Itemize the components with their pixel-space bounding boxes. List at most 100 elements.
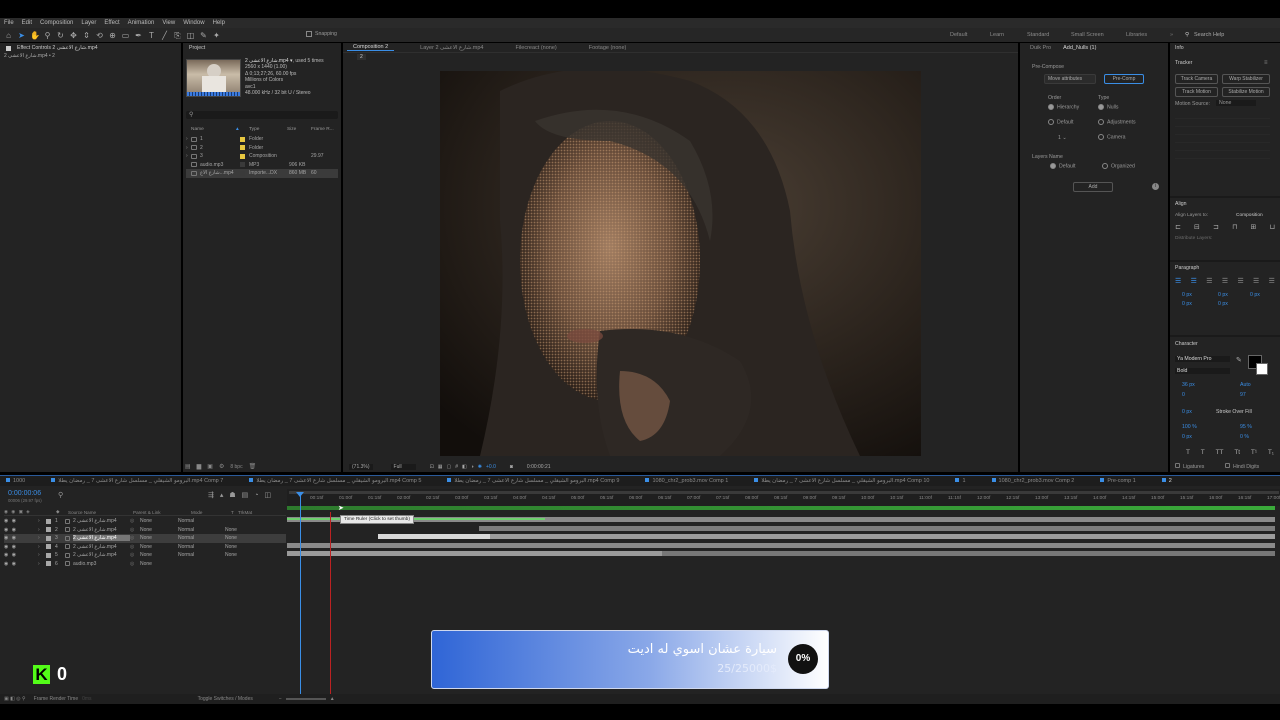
pickwhip-icon[interactable]: ◎ [130,518,140,524]
col-trkmat[interactable]: TrkMat [238,510,252,515]
justify-all-icon[interactable]: ☰ [1269,277,1275,285]
shy-layers-icon[interactable]: ☗ [229,491,235,499]
col-name[interactable]: Name [191,127,235,132]
search-help-icon[interactable]: ⚲ [1185,28,1189,42]
align-target-dropdown[interactable]: Composition [1236,213,1263,218]
character-panel-title[interactable]: Character [1175,341,1198,347]
layer-mode[interactable]: Normal [178,535,218,541]
pen-tool-icon[interactable]: ✒ [134,31,143,40]
stroke-mode-dropdown[interactable]: Stroke Over Fill [1216,409,1252,415]
align-bottom-icon[interactable]: ⊔ [1270,223,1275,231]
snapping-checkbox[interactable] [306,31,312,37]
nulls-radio[interactable]: Nulls [1098,104,1119,110]
layer-name[interactable]: شارع الاعشى 2.mp4 [73,518,130,524]
layer-label-swatch[interactable] [46,527,51,533]
col-parent[interactable]: Parent & Link [133,510,191,515]
warp-stabilizer-button[interactable]: Warp Stabilizer [1222,74,1270,84]
layer-row[interactable]: ◉ ◉ › 5 شارع الاعشى 2.mp4 ◎ None Normal None [4,551,286,560]
col-frame-rate[interactable]: Frame R... [311,127,334,132]
label-swatch[interactable] [240,136,245,142]
label-swatch[interactable] [240,162,245,168]
comp-tab-3[interactable]: البرومو الشيقلي _ مسلسل شارع الاعشى 7 _ … [441,478,625,484]
current-time[interactable]: 0:00:00:06 [8,490,41,497]
graph-editor-icon[interactable]: ◫ [265,491,272,499]
layer-visibility-icons[interactable]: ◉ ◉ [4,518,38,524]
layer-label-swatch[interactable] [46,552,51,558]
comp-breadcrumb[interactable]: 2 [343,53,1018,61]
info-panel-title[interactable]: Info [1170,43,1280,53]
hindi-digits-checkbox[interactable]: Hindi Digits [1225,463,1259,470]
trash-icon[interactable]: 🗑 [249,463,257,470]
layer-label-swatch[interactable] [46,561,51,567]
justify-right-icon[interactable]: ☰ [1206,277,1212,285]
footer-switch-icons[interactable]: ▣ ◧ ◎ ⚲ [4,696,26,702]
viewer-tab-2[interactable]: Filecreact (none) [509,45,562,51]
snapshot-icon[interactable]: ◙ [510,464,513,470]
all-caps-icon[interactable]: TT [1216,449,1224,456]
align-right-icon[interactable]: ⊐ [1213,223,1219,231]
resolution-dropdown[interactable]: Full [390,464,416,470]
layer-parent[interactable]: None [140,544,178,550]
space-after-value[interactable]: 0 px [1218,301,1228,307]
menu-item-composition[interactable]: Composition [40,20,73,26]
layer-visibility-icons[interactable]: ◉ ◉ [4,544,38,550]
info-icon[interactable]: i [1152,183,1159,190]
menu-item-file[interactable]: File [4,20,14,26]
mask-icon[interactable]: ▢ [447,464,452,470]
count-stepper[interactable]: 1 ⌄ [1058,135,1067,141]
align-panel-title[interactable]: Align [1175,201,1187,207]
exposure-value[interactable]: +0.0 [486,464,496,470]
hand-tool-icon[interactable]: ✋ [30,31,40,40]
align-vcenter-icon[interactable]: ⊞ [1251,223,1257,231]
workspace-libraries[interactable]: Libraries [1126,28,1147,42]
layer-name[interactable]: audio.mp3 [73,561,130,567]
layer-bar-3-selected[interactable] [378,534,490,539]
frame-blending-icon[interactable]: ▤ [242,491,249,499]
bpc-label[interactable]: 8 bpc [230,464,242,470]
menu-item-window[interactable]: Window [183,20,204,26]
menu-item-layer[interactable]: Layer [81,20,96,26]
pickwhip-icon[interactable]: ◎ [130,527,140,533]
track-motion-button[interactable]: Track Motion [1175,87,1218,97]
layer-row[interactable]: ◉ ◉ › 2 شارع الاعشى 2.mp4 ◎ None Normal None [4,526,286,535]
layer-visibility-icons[interactable]: ◉ ◉ [4,561,38,567]
grid-icon[interactable]: # [455,464,458,470]
pickwhip-icon[interactable]: ◎ [130,535,140,541]
stroke-color-swatch[interactable] [1256,363,1268,375]
subscript-icon[interactable]: T₁ [1268,449,1274,456]
tracking-value[interactable]: 97 [1240,392,1246,398]
font-style-dropdown[interactable]: Bold [1175,368,1230,374]
twirl-icon[interactable]: › [38,544,46,550]
motion-source-dropdown[interactable]: None [1216,100,1256,106]
twirl-icon[interactable]: › [38,518,46,524]
col-size[interactable]: Size [287,127,311,132]
indent-first-value[interactable]: 0 px [1250,292,1260,298]
viewer-tab-3[interactable]: Footage (none) [583,45,633,51]
workspace-standard[interactable]: Standard [1027,28,1049,42]
menu-item-help[interactable]: Help [213,20,225,26]
font-size-value[interactable]: 36 px [1182,382,1195,388]
viewer-timecode[interactable]: 0:00:00:21 [527,464,551,470]
superscript-icon[interactable]: T¹ [1251,449,1257,456]
orbit-tool-icon[interactable]: ↻ [56,31,65,40]
ligatures-checkbox[interactable]: Ligatures [1175,463,1204,470]
leading-value[interactable]: Auto [1240,382,1251,388]
layer-row[interactable]: ◉ ◉ › 3 شارع الاعشى 2.mp4 ◎ None Normal None [4,534,286,543]
layer-trkmat[interactable]: None [225,527,237,533]
zoom-in-icon[interactable]: ▲ [330,696,335,702]
layer-visibility-icons[interactable]: ◉ ◉ [4,552,38,558]
footage-name[interactable]: شارع الاعشى 2.mp4 ▾ [245,58,293,64]
justify-center-icon[interactable]: ☰ [1191,277,1197,285]
motion-blur-icon[interactable]: ◔ [254,492,258,499]
layer-trkmat[interactable]: None [225,544,237,550]
pickwhip-icon[interactable]: ◎ [130,544,140,550]
layer-bar-4[interactable] [287,542,1275,548]
faux-bold-icon[interactable]: T [1186,449,1190,456]
roto-tool-icon[interactable]: ✎ [199,31,208,40]
comp-tab-4[interactable]: 1080_chr2_prob3.mov Comp 1 [639,478,734,484]
comp-tab-8[interactable]: Pre-comp 1 [1094,478,1141,484]
comp-flowchart-icon[interactable]: ⇶ [208,491,214,499]
align-left-icon[interactable]: ⊏ [1175,223,1181,231]
layer-bar-2[interactable] [479,525,1275,531]
adjustments-radio[interactable]: Adjustments [1098,119,1136,125]
